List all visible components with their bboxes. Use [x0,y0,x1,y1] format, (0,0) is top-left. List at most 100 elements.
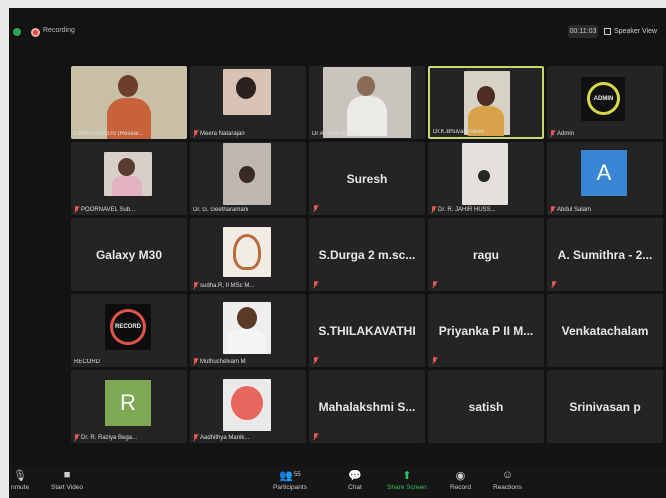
zoom-meeting-window: Recording 00:11:03 Speaker View CHARUVEN… [9,8,666,498]
participant-tile[interactable]: Venkatachalam [547,294,663,367]
participant-tile[interactable]: S.Durga 2 m.sc... [309,218,425,291]
participant-tile[interactable]: Srinivasan p [547,370,663,443]
speaker-view-button[interactable]: Speaker View [604,25,657,38]
top-bar: Recording 00:11:03 Speaker View [9,8,666,48]
record-icon: ◉ [455,469,466,482]
participant-name: CHARUVENUS (Resear... [74,131,144,137]
participant-name: RECORD [74,359,101,365]
participant-tile[interactable]: Dr A. SOLAIRAJU [309,66,425,139]
security-shield-icon[interactable] [13,28,21,36]
participant-name-display: S.THILAKAVATHI [318,323,416,338]
participant-name-display: A. Sumithra - 2... [557,247,653,262]
participant-tile[interactable]: Priyanka P II M... [428,294,544,367]
participant-name-display: ragu [472,247,499,262]
participant-video-body [347,96,387,136]
start-video-button[interactable]: ■ Start Video [51,469,83,491]
muted-mic-icon [193,434,198,441]
muted-mic-icon [313,205,318,212]
chat-bubble-icon: 💬 [348,469,362,482]
participant-tile[interactable]: RECORD RECORD [71,294,187,367]
participant-name-display: Suresh [346,171,388,186]
muted-mic-icon [193,282,198,289]
recording-label: Recording [43,27,75,34]
participant-name: Dr.K.Bhuvaneswari [433,129,485,135]
muted-mic-icon [313,357,318,364]
participant-name-display: Srinivasan p [569,399,641,414]
participants-icon: 👥 55 [279,469,301,482]
participants-button[interactable]: 👥 55 Participants [273,469,307,492]
unmute-button[interactable]: 🎙 nmute [11,469,29,492]
muted-mic-icon [313,281,318,288]
participant-photo-head [237,307,257,329]
recording-icon [31,28,40,37]
admin-badge: ADMIN [587,82,620,115]
participant-tile[interactable]: ADMIN Admin [547,66,663,139]
record-button[interactable]: ◉ Record [450,469,471,492]
meeting-timer: 00:11:03 [568,25,598,38]
participant-tile[interactable]: Dr. R. JAHIR HUSS... [428,142,544,215]
participant-name-display: Galaxy M30 [95,247,163,262]
participant-tile[interactable]: ragu [428,218,544,291]
participant-tile[interactable]: Galaxy M30 [71,218,187,291]
participant-name-display: satish [468,399,504,414]
participant-video-head [478,170,490,182]
participant-name: Muthuchelvam M [193,358,246,365]
participant-tile-active-speaker[interactable]: Dr.K.Bhuvaneswari [428,66,544,139]
participant-tile[interactable]: Meera Natarajan [190,66,306,139]
muted-mic-icon [193,358,198,365]
participant-name: Aadhithya Manik... [193,434,249,441]
participant-tile[interactable]: Muthuchelvam M [190,294,306,367]
participant-photo-body [228,329,266,354]
grid-view-icon [604,28,611,35]
participant-tile[interactable]: sudha.R, II MSc M... [190,218,306,291]
raziya-avatar: R [105,380,151,426]
video-camera-icon: ■ [63,469,71,481]
participant-tile[interactable]: Mahalakshmi S... [309,370,425,443]
share-screen-button[interactable]: ⬆ Share Screen [387,469,427,492]
muted-mic-icon [551,281,556,288]
participant-video-head [477,86,495,106]
participant-tile[interactable]: CHARUVENUS (Resear... [71,66,187,139]
muted-mic-icon [193,130,198,137]
record-badge: RECORD [110,309,146,345]
muted-mic-icon [431,206,436,213]
participant-tile[interactable]: POORNAVEL Sub... [71,142,187,215]
participant-name: Dr. R. Raziya Bega... [74,434,137,441]
muted-mic-icon [74,434,79,441]
smiley-icon: ☺ [501,469,514,481]
flower-image [231,386,263,420]
participant-tile[interactable]: A Abdul Salam [547,142,663,215]
participant-name: Dr A. SOLAIRAJU [312,131,361,137]
participant-photo-head [118,158,135,176]
participant-name: POORNAVEL Sub... [74,206,135,213]
participant-video-head [239,166,255,183]
participant-name-display: Mahalakshmi S... [318,399,416,414]
participant-tile[interactable]: Dr. G. Geetharamani [190,142,306,215]
participant-tile[interactable]: Suresh [309,142,425,215]
participant-tile[interactable]: S.THILAKAVATHI [309,294,425,367]
participant-photo-body [112,176,142,196]
participant-tile[interactable]: Aadhithya Manik... [190,370,306,443]
participant-name: Dr. G. Geetharamani [193,207,249,213]
meeting-toolbar: 🎙 nmute ■ Start Video 👥 55 Participants 💬… [9,466,666,498]
participant-name: sudha.R, II MSc M... [193,282,254,289]
muted-mic-icon [74,206,79,213]
participant-tile[interactable]: R Dr. R. Raziya Bega... [71,370,187,443]
share-screen-icon: ⬆ [402,469,412,482]
participant-tile[interactable]: A. Sumithra - 2... [547,218,663,291]
participant-name-display: Priyanka P II M... [438,323,534,338]
muted-mic-icon [313,433,318,440]
participant-name: Admin [550,130,574,137]
microphone-icon: 🎙 [13,469,28,482]
muted-mic-icon [550,206,555,213]
participant-video-head [357,76,375,96]
reactions-button[interactable]: ☺ Reactions [493,469,522,491]
chat-button[interactable]: 💬 Chat [348,469,362,492]
abdul-avatar: A [581,150,627,196]
muted-mic-icon [432,357,437,364]
participant-tile[interactable]: satish [428,370,544,443]
ganesha-drawing-icon [233,234,261,270]
participant-photo-head [236,77,256,99]
participant-name-display: S.Durga 2 m.sc... [318,247,416,262]
participant-video-head [118,75,138,97]
